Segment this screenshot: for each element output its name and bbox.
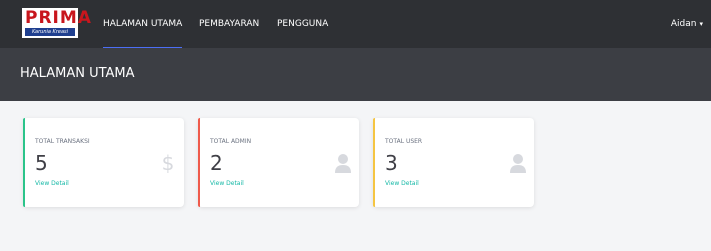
card-value: 5 <box>35 151 48 175</box>
user-menu[interactable]: Aidan ▾ <box>671 0 703 48</box>
brand-logo[interactable]: PRIMA Karunia Kreasi <box>22 8 92 38</box>
card-accent <box>23 118 25 207</box>
view-detail-link[interactable]: View Detail <box>210 180 244 187</box>
user-icon <box>510 154 526 173</box>
card-value: 3 <box>385 151 398 175</box>
stat-card-total-admin: TOTAL ADMIN 2 View Detail <box>198 118 359 207</box>
nav-item-label: PENGGUNA <box>277 19 329 29</box>
dollar-icon: $ <box>162 152 175 174</box>
card-accent <box>198 118 200 207</box>
view-detail-link[interactable]: View Detail <box>385 180 419 187</box>
nav-item-pengguna[interactable]: PENGGUNA <box>277 0 328 48</box>
logo-tagline: Karunia Kreasi <box>25 28 75 36</box>
stat-card-total-user: TOTAL USER 3 View Detail <box>373 118 534 207</box>
chevron-down-icon: ▾ <box>699 20 703 28</box>
logo-text: PRIMA <box>25 8 92 28</box>
view-detail-link[interactable]: View Detail <box>35 180 69 187</box>
card-label: TOTAL ADMIN <box>210 138 252 145</box>
card-label: TOTAL USER <box>385 138 423 145</box>
card-accent <box>373 118 375 207</box>
stat-card-total-transaksi: TOTAL TRANSAKSI 5 View Detail $ <box>23 118 184 207</box>
top-navbar: PRIMA Karunia Kreasi HALAMAN UTAMA PEMBA… <box>0 0 711 49</box>
card-value: 2 <box>210 151 223 175</box>
nav-item-label: HALAMAN UTAMA <box>103 19 183 29</box>
nav-item-label: PEMBAYARAN <box>199 19 260 29</box>
user-icon <box>335 154 351 173</box>
nav-item-halaman-utama[interactable]: HALAMAN UTAMA <box>103 0 183 49</box>
page-title: HALAMAN UTAMA <box>20 66 135 81</box>
svg-text:$: $ <box>162 152 175 174</box>
nav-item-pembayaran[interactable]: PEMBAYARAN <box>199 0 259 48</box>
card-label: TOTAL TRANSAKSI <box>35 138 90 145</box>
user-name: Aidan <box>670 19 697 29</box>
